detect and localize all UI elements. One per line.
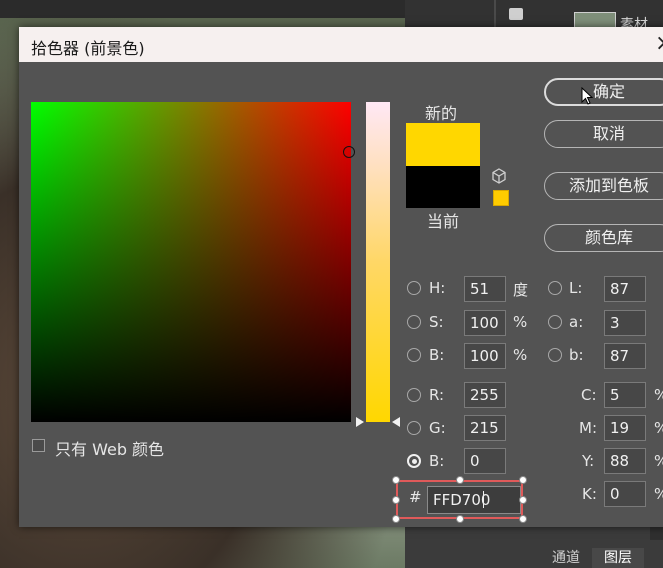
selection-handle-bm[interactable] xyxy=(456,515,464,523)
m-input[interactable]: 19 xyxy=(604,415,646,441)
g-label: G: xyxy=(429,419,446,437)
y-label: Y: xyxy=(582,452,595,470)
toolbar-divider xyxy=(494,0,496,30)
s-unit: % xyxy=(513,313,528,331)
color-slider[interactable] xyxy=(366,102,390,422)
l-label: L: xyxy=(569,279,583,297)
m-unit: % xyxy=(654,419,663,437)
k-label: K: xyxy=(582,485,597,503)
websafe-color-chip[interactable] xyxy=(493,190,509,206)
brightness-label: B: xyxy=(429,346,445,364)
selection-handle-br[interactable] xyxy=(519,515,527,523)
color-libraries-button[interactable]: 颜色库 xyxy=(544,224,663,252)
lock-icon[interactable] xyxy=(509,8,523,20)
canvas-top-strip xyxy=(0,0,410,18)
color-picker-dialog: 拾色器 (前景色) × 只有 Web 颜色 新的 当前 确定 取消 添加到色板 … xyxy=(19,27,663,527)
web-colors-checkbox[interactable] xyxy=(32,439,45,452)
web-colors-label: 只有 Web 颜色 xyxy=(55,440,165,459)
slider-handle-right-icon[interactable] xyxy=(392,417,400,427)
add-to-swatches-button[interactable]: 添加到色板 xyxy=(544,172,663,200)
h-unit: 度 xyxy=(513,281,529,299)
s-label: S: xyxy=(429,313,444,331)
c-unit: % xyxy=(654,386,663,404)
ok-button[interactable]: 确定 xyxy=(544,78,663,106)
lab-b-input[interactable]: 87 xyxy=(604,343,646,369)
selection-handle-ml[interactable] xyxy=(392,496,400,504)
color-field-cursor[interactable] xyxy=(343,146,355,158)
c-label: C: xyxy=(581,386,597,404)
y-unit: % xyxy=(654,452,663,470)
m-label: M: xyxy=(579,419,597,437)
new-color-swatch xyxy=(406,123,480,166)
k-input[interactable]: 0 xyxy=(604,481,646,507)
color-field[interactable] xyxy=(31,102,351,422)
radio-a[interactable] xyxy=(548,315,562,329)
tab-layers[interactable]: 图层 xyxy=(592,548,644,568)
h-input[interactable]: 51 xyxy=(464,276,506,302)
r-label: R: xyxy=(429,386,445,404)
selection-handle-mr[interactable] xyxy=(519,496,527,504)
blue-label: B: xyxy=(429,452,445,470)
lab-b-label: b: xyxy=(569,346,584,364)
dialog-title: 拾色器 (前景色) xyxy=(31,39,145,58)
websafe-cube-icon[interactable] xyxy=(491,168,507,184)
y-input[interactable]: 88 xyxy=(604,448,646,474)
blue-input[interactable]: 0 xyxy=(464,448,506,474)
c-input[interactable]: 5 xyxy=(604,382,646,408)
g-input[interactable]: 215 xyxy=(464,415,506,441)
selection-handle-bl[interactable] xyxy=(392,515,400,523)
selection-handle-tr[interactable] xyxy=(519,476,527,484)
r-input[interactable]: 255 xyxy=(464,382,506,408)
h-label: H: xyxy=(429,279,446,297)
slider-handle-left-icon[interactable] xyxy=(356,417,364,427)
current-color-label: 当前 xyxy=(427,212,460,231)
a-input[interactable]: 3 xyxy=(604,310,646,336)
mouse-pointer-icon xyxy=(581,87,593,105)
radio-r[interactable] xyxy=(407,388,421,402)
radio-l[interactable] xyxy=(548,281,562,295)
selection-handle-tm[interactable] xyxy=(456,476,464,484)
brightness-unit: % xyxy=(513,346,528,364)
radio-brightness[interactable] xyxy=(407,348,421,362)
selection-highlight xyxy=(396,480,523,519)
radio-s[interactable] xyxy=(407,315,421,329)
k-unit: % xyxy=(654,485,663,503)
l-input[interactable]: 87 xyxy=(604,276,646,302)
close-icon[interactable]: × xyxy=(655,31,663,56)
radio-h[interactable] xyxy=(407,281,421,295)
s-input[interactable]: 100 xyxy=(464,310,506,336)
panel-tabs: 通道 图层 xyxy=(540,548,644,568)
brightness-input[interactable]: 100 xyxy=(464,343,506,369)
new-color-label: 新的 xyxy=(425,104,458,123)
tab-channels[interactable]: 通道 xyxy=(540,548,592,568)
radio-blue[interactable] xyxy=(407,454,421,468)
dialog-titlebar[interactable]: 拾色器 (前景色) × xyxy=(19,27,663,62)
cancel-button[interactable]: 取消 xyxy=(544,120,663,148)
a-label: a: xyxy=(569,313,584,331)
radio-lab-b[interactable] xyxy=(548,348,562,362)
radio-g[interactable] xyxy=(407,421,421,435)
selection-handle-tl[interactable] xyxy=(392,476,400,484)
current-color-swatch[interactable] xyxy=(406,166,480,208)
